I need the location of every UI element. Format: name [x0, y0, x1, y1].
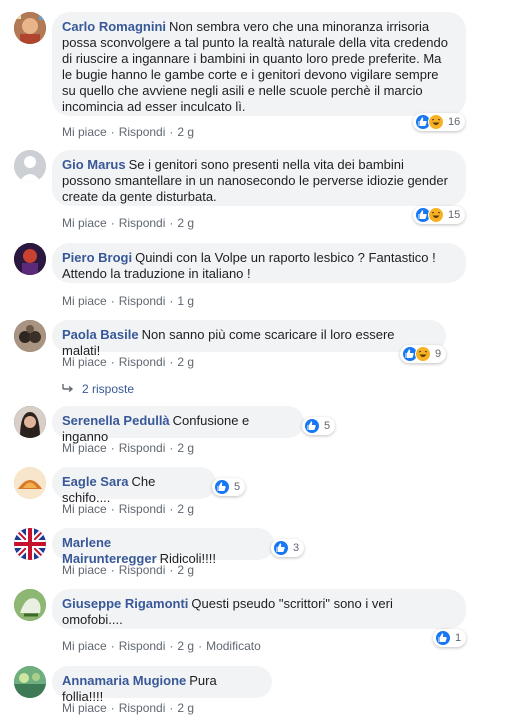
like-link[interactable]: Mi piace — [62, 441, 107, 455]
reply-link[interactable]: Rispondi — [119, 701, 166, 715]
reaction-count: 1 — [455, 632, 462, 644]
reply-link[interactable]: Rispondi — [119, 639, 166, 653]
comment-time[interactable]: 2 g — [177, 563, 194, 577]
reply-arrow-icon — [62, 382, 74, 396]
avatar[interactable] — [14, 666, 46, 698]
like-link[interactable]: Mi piace — [62, 294, 107, 308]
thumbs-up-icon — [435, 630, 451, 646]
comment-bubble: Annamaria Mugione Pura follia!!!! — [52, 666, 272, 704]
comment-author[interactable]: Annamaria Mugione — [62, 673, 186, 688]
avatar[interactable] — [14, 150, 46, 182]
avatar[interactable] — [14, 467, 46, 499]
like-link[interactable]: Mi piace — [62, 355, 107, 369]
reaction-count: 16 — [448, 116, 461, 128]
comment-actions: Mi piace · Rispondi · 2 g — [62, 563, 195, 577]
reactions-summary[interactable]: 3 — [271, 539, 305, 557]
comment-bubble: Piero Brogi Quindi con la Volpe un raport… — [52, 243, 466, 283]
reaction-count: 3 — [293, 542, 300, 554]
comment-time[interactable]: 1 g — [177, 294, 194, 308]
reactions-summary[interactable]: 1 — [433, 629, 467, 647]
like-link[interactable]: Mi piace — [62, 125, 107, 139]
laughing-face-icon — [428, 114, 444, 130]
comment-actions: Mi piace · Rispondi · 2 g — [62, 216, 195, 230]
comment-actions: Mi piace · Rispondi · 2 g — [62, 441, 195, 455]
comment-bubble: Carlo Romagnini Non sembra vero che una m… — [52, 12, 466, 116]
comments-list: Carlo Romagnini Non sembra vero che una m… — [0, 0, 506, 723]
comment-bubble: Marlene Mairunteregger Ridicoli!!!! — [52, 528, 274, 566]
reactions-summary[interactable]: 5 — [212, 478, 246, 496]
reactions-summary[interactable]: 15 — [413, 206, 466, 224]
comment-time[interactable]: 2 g — [177, 441, 194, 455]
reply-link[interactable]: Rispondi — [119, 355, 166, 369]
comment-author[interactable]: Gio Marus — [62, 157, 126, 172]
comment-actions: Mi piace · Rispondi · 2 g · Modificato — [62, 639, 261, 653]
comment-actions: Mi piace · Rispondi · 1 g — [62, 294, 195, 308]
comment-time[interactable]: 2 g — [177, 701, 194, 715]
comment-time[interactable]: 2 g — [177, 502, 194, 516]
thumbs-up-icon — [304, 418, 320, 434]
reactions-summary[interactable]: 16 — [413, 113, 466, 131]
reactions-summary[interactable]: 5 — [302, 417, 336, 435]
reply-link[interactable]: Rispondi — [119, 502, 166, 516]
like-link[interactable]: Mi piace — [62, 563, 107, 577]
avatar[interactable] — [14, 528, 46, 560]
like-link[interactable]: Mi piace — [62, 701, 107, 715]
like-link[interactable]: Mi piace — [62, 639, 107, 653]
avatar[interactable] — [14, 12, 46, 44]
view-replies-link[interactable]: 2 risposte — [62, 382, 134, 396]
comment-bubble: Serenella Pedullà Confusione e inganno — [52, 406, 304, 444]
comment-author[interactable]: Piero Brogi — [62, 250, 132, 265]
reactions-summary[interactable]: 9 — [400, 345, 447, 363]
comment-time[interactable]: 2 g — [177, 639, 194, 653]
reaction-count: 15 — [448, 209, 461, 221]
laughing-face-icon — [428, 207, 444, 223]
comment-time[interactable]: 2 g — [177, 216, 194, 230]
edited-label[interactable]: Modificato — [206, 639, 261, 653]
comment-bubble: Gio Marus Se i genitori sono presenti nel… — [52, 150, 466, 206]
comment-actions: Mi piace · Rispondi · 2 g — [62, 502, 195, 516]
comment-author[interactable]: Marlene Mairunteregger — [62, 535, 157, 566]
like-link[interactable]: Mi piace — [62, 216, 107, 230]
comment-bubble: Eagle Sara Che schifo.... — [52, 467, 216, 505]
reply-link[interactable]: Rispondi — [119, 294, 166, 308]
reaction-count: 9 — [435, 348, 442, 360]
reaction-count: 5 — [324, 420, 331, 432]
comment-author[interactable]: Carlo Romagnini — [62, 19, 166, 34]
reply-link[interactable]: Rispondi — [119, 441, 166, 455]
like-link[interactable]: Mi piace — [62, 502, 107, 516]
avatar[interactable] — [14, 406, 46, 438]
reply-link[interactable]: Rispondi — [119, 563, 166, 577]
comment-actions: Mi piace · Rispondi · 2 g — [62, 701, 195, 715]
comment-author[interactable]: Serenella Pedullà — [62, 413, 170, 428]
comment-author[interactable]: Paola Basile — [62, 327, 139, 342]
laughing-face-icon — [415, 346, 431, 362]
comment-time[interactable]: 2 g — [177, 125, 194, 139]
comment-bubble: Paola Basile Non sanno più come scaricare… — [52, 320, 446, 358]
comment-author[interactable]: Giuseppe Rigamonti — [62, 596, 188, 611]
avatar[interactable] — [14, 589, 46, 621]
reply-link[interactable]: Rispondi — [119, 216, 166, 230]
avatar[interactable] — [14, 243, 46, 275]
comment-actions: Mi piace · Rispondi · 2 g — [62, 125, 195, 139]
thumbs-up-icon — [273, 540, 289, 556]
comment-time[interactable]: 2 g — [177, 355, 194, 369]
thumbs-up-icon — [214, 479, 230, 495]
avatar[interactable] — [14, 320, 46, 352]
replies-count: 2 risposte — [82, 382, 135, 396]
comment-actions: Mi piace · Rispondi · 2 g — [62, 355, 195, 369]
comment-bubble: Giuseppe Rigamonti Questi pseudo "scritto… — [52, 589, 466, 629]
reaction-count: 5 — [234, 481, 241, 493]
reply-link[interactable]: Rispondi — [119, 125, 166, 139]
comment-author[interactable]: Eagle Sara — [62, 474, 129, 489]
